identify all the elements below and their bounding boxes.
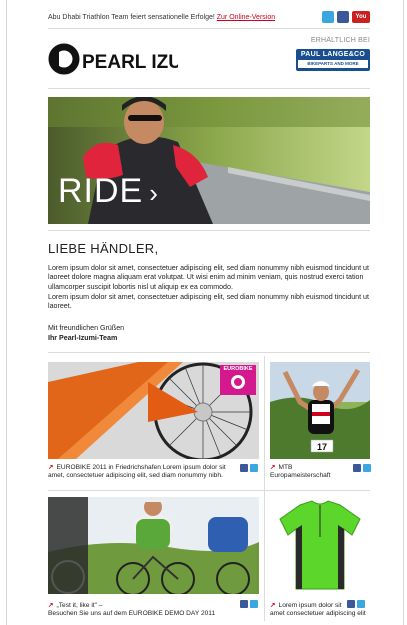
intro-paragraph: Lorem ipsum dolor sit amet, consectetuer… (48, 264, 369, 291)
eurobike-share (240, 464, 258, 472)
dealer-name: PAUL LANGE&CO (300, 51, 366, 58)
divider (48, 28, 370, 29)
hero-banner[interactable]: RIDE › (48, 97, 370, 224)
signoff-team: Ihr Pearl-Izumi-Team (48, 334, 118, 342)
mtb-caption[interactable]: ↗ MTB Europameisterschaft (270, 464, 350, 481)
eurobike-logo-icon (231, 375, 245, 389)
facebook-icon[interactable] (353, 464, 361, 472)
twitter-icon[interactable] (322, 11, 334, 23)
greeting-heading: LIEBE HÄNDLER, (48, 241, 159, 256)
eurobike-image[interactable]: EUROBIKE (48, 362, 259, 459)
twitter-icon[interactable] (250, 600, 258, 608)
logo-text: PEARL IZUMi (82, 52, 178, 73)
divider (48, 230, 370, 231)
twitter-icon[interactable] (357, 600, 365, 608)
eurobike-badge: EUROBIKE (220, 365, 256, 395)
eurobike-caption[interactable]: ↗ EUROBIKE 2011 in Friedrichshafen Lorem … (48, 464, 238, 481)
twitter-icon[interactable] (363, 464, 371, 472)
online-version-link[interactable]: Zur Online-Version (217, 14, 275, 21)
divider (48, 490, 370, 491)
signoff-line: Mit freundlichen Grüßen (48, 324, 125, 332)
mtb-image[interactable]: 17 (270, 362, 370, 459)
arrow-icon: ↗ (48, 602, 54, 609)
facebook-icon[interactable] (337, 11, 349, 23)
demo-day-image[interactable] (48, 497, 259, 594)
divider (48, 88, 370, 89)
facebook-icon[interactable] (347, 600, 355, 608)
arrow-icon: ↗ (270, 602, 276, 609)
second-paragraph: Lorem ipsum dolor sit amet, consectetuer… (48, 293, 369, 311)
mtb-share (353, 464, 371, 472)
demo-day-share (240, 600, 258, 608)
facebook-icon[interactable] (240, 464, 248, 472)
demo-day-caption[interactable]: ↗ „Test it, like it" – Besuchen Sie uns a… (48, 602, 248, 619)
dealer-tagline: BIKEPARTS AND MORE (298, 60, 368, 68)
column-divider (264, 356, 265, 621)
hero-ride-label: RIDE › (58, 172, 159, 210)
youtube-icon[interactable]: You (352, 11, 370, 23)
dealer-logo[interactable]: PAUL LANGE&CO BIKEPARTS AND MORE (296, 49, 370, 71)
top-headline: Abu Dhabi Triathlon Team feiert sensatio… (48, 14, 215, 21)
bib-number: 17 (317, 442, 327, 452)
pearl-izumi-logo[interactable]: PEARL IZUMi (48, 42, 203, 76)
arrow-icon: ↗ (270, 464, 276, 471)
available-at-label: ERHÄLTLICH BEI (310, 37, 370, 44)
top-bar: Abu Dhabi Triathlon Team feiert sensatio… (48, 10, 370, 26)
facebook-icon[interactable] (240, 600, 248, 608)
jersey-image[interactable] (270, 497, 370, 594)
social-links: You (322, 11, 370, 23)
divider (48, 352, 370, 353)
jersey-share (347, 600, 365, 608)
arrow-icon: ↗ (48, 464, 54, 471)
twitter-icon[interactable] (250, 464, 258, 472)
signoff: Mit freundlichen Grüßen Ihr Pearl-Izumi-… (48, 323, 124, 343)
